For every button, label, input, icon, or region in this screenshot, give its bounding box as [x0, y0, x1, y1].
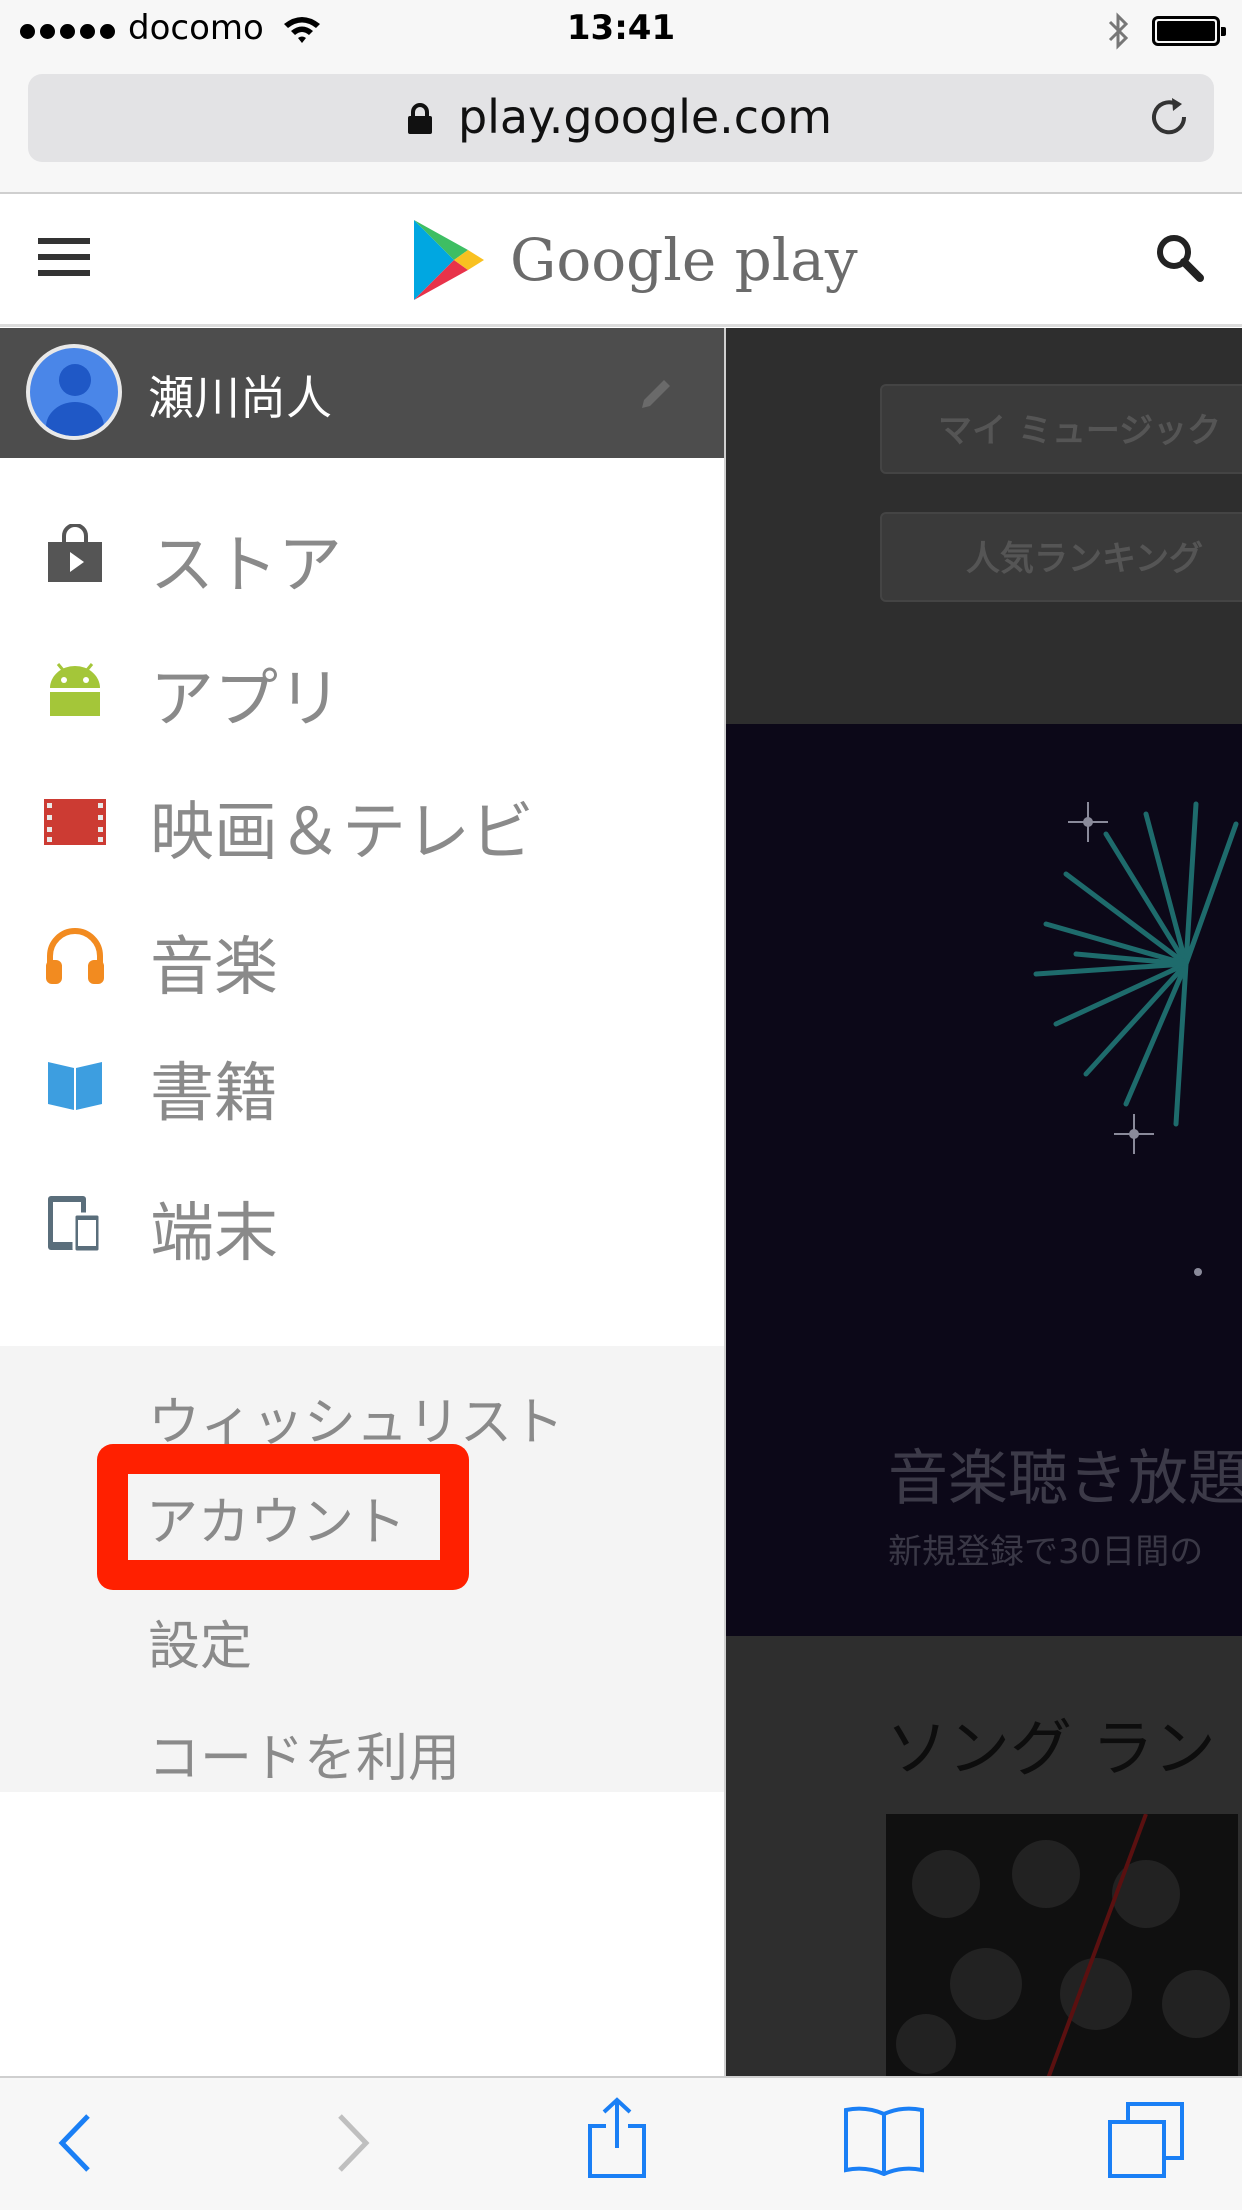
menu-item-settings[interactable]: 設定 [148, 1604, 252, 1679]
banner-title: 音楽聴き放題 [888, 1444, 1242, 1514]
menu-icon[interactable] [38, 238, 90, 286]
nav-item-movies-tv[interactable]: 映画＆テレビ [0, 765, 724, 875]
fireworks-graphic [1033, 801, 1239, 1276]
brand-text: Google play [510, 226, 858, 294]
battery-icon [1152, 16, 1226, 46]
menu-item-redeem-code[interactable]: コードを利用 [148, 1716, 460, 1791]
android-icon [44, 658, 106, 720]
address-bar-area: play.google.com [0, 62, 1242, 194]
devices-icon [44, 1192, 106, 1254]
store-bag-icon [44, 523, 106, 586]
avatar[interactable] [26, 344, 122, 440]
reload-icon[interactable] [1146, 94, 1192, 144]
nav-label: 端末 [150, 1197, 278, 1271]
nav-label: 映画＆テレビ [150, 796, 534, 870]
tabs-icon[interactable] [1106, 2100, 1186, 2184]
page-content-dimmed: マイ ミュージック 人気ランキング 音楽聴き放題 新規登録で30日間の ソング … [726, 328, 1242, 2076]
nav-label: アプリ [150, 663, 342, 737]
banner-subtitle: 新規登録で30日間の [888, 1532, 1204, 1572]
google-play-logo[interactable]: Google play [410, 218, 858, 302]
nav-item-books[interactable]: 書籍 [0, 1026, 724, 1136]
nav-label: ストア [150, 529, 342, 603]
bookmarks-icon[interactable] [842, 2104, 926, 2180]
chip-ranking[interactable]: 人気ランキング [880, 512, 1242, 602]
search-icon[interactable] [1152, 230, 1208, 290]
nav-item-devices[interactable]: 端末 [0, 1166, 724, 1276]
profile-header[interactable]: 瀬川尚人 [0, 328, 724, 458]
album-art-image [886, 1814, 1238, 2076]
bluetooth-icon [1106, 12, 1132, 54]
headphones-icon [44, 926, 106, 988]
address-bar[interactable]: play.google.com [28, 74, 1214, 162]
nav-item-music[interactable]: 音楽 [0, 900, 724, 1010]
film-icon [44, 791, 106, 853]
play-triangle-icon [414, 220, 484, 300]
chip-my-music[interactable]: マイ ミュージック [880, 384, 1242, 474]
share-icon[interactable] [584, 2096, 650, 2184]
forward-icon[interactable] [330, 2108, 374, 2182]
book-icon [44, 1052, 106, 1114]
nav-item-apps[interactable]: アプリ [0, 632, 724, 742]
url-text: play.google.com [457, 90, 833, 144]
nav-label: 書籍 [150, 1057, 278, 1131]
pencil-edit-icon[interactable] [636, 374, 676, 418]
status-bar: docomo 13:41 [0, 0, 1242, 62]
menu-item-account[interactable]: アカウント [146, 1480, 406, 1555]
browser-toolbar [0, 2076, 1242, 2210]
profile-name: 瀬川尚人 [148, 371, 332, 425]
navigation-drawer: 瀬川尚人 ストア アプリ 映画＆テレビ 音楽 書籍 端末 ウィッシュリスト 設定… [0, 328, 726, 2076]
play-header: Google play [0, 194, 1242, 327]
highlight-annotation-box: アカウント [97, 1444, 469, 1590]
section-title: ソング ラン [886, 1712, 1216, 1785]
back-icon[interactable] [54, 2108, 98, 2182]
clock: 13:41 [566, 8, 676, 48]
nav-label: 音楽 [150, 931, 278, 1005]
promo-banner[interactable]: 音楽聴き放題 新規登録で30日間の [726, 724, 1242, 1636]
nav-item-store[interactable]: ストア [0, 498, 724, 608]
album-thumbnail[interactable] [886, 1814, 1238, 2076]
highlight-inner: アカウント [128, 1474, 440, 1560]
